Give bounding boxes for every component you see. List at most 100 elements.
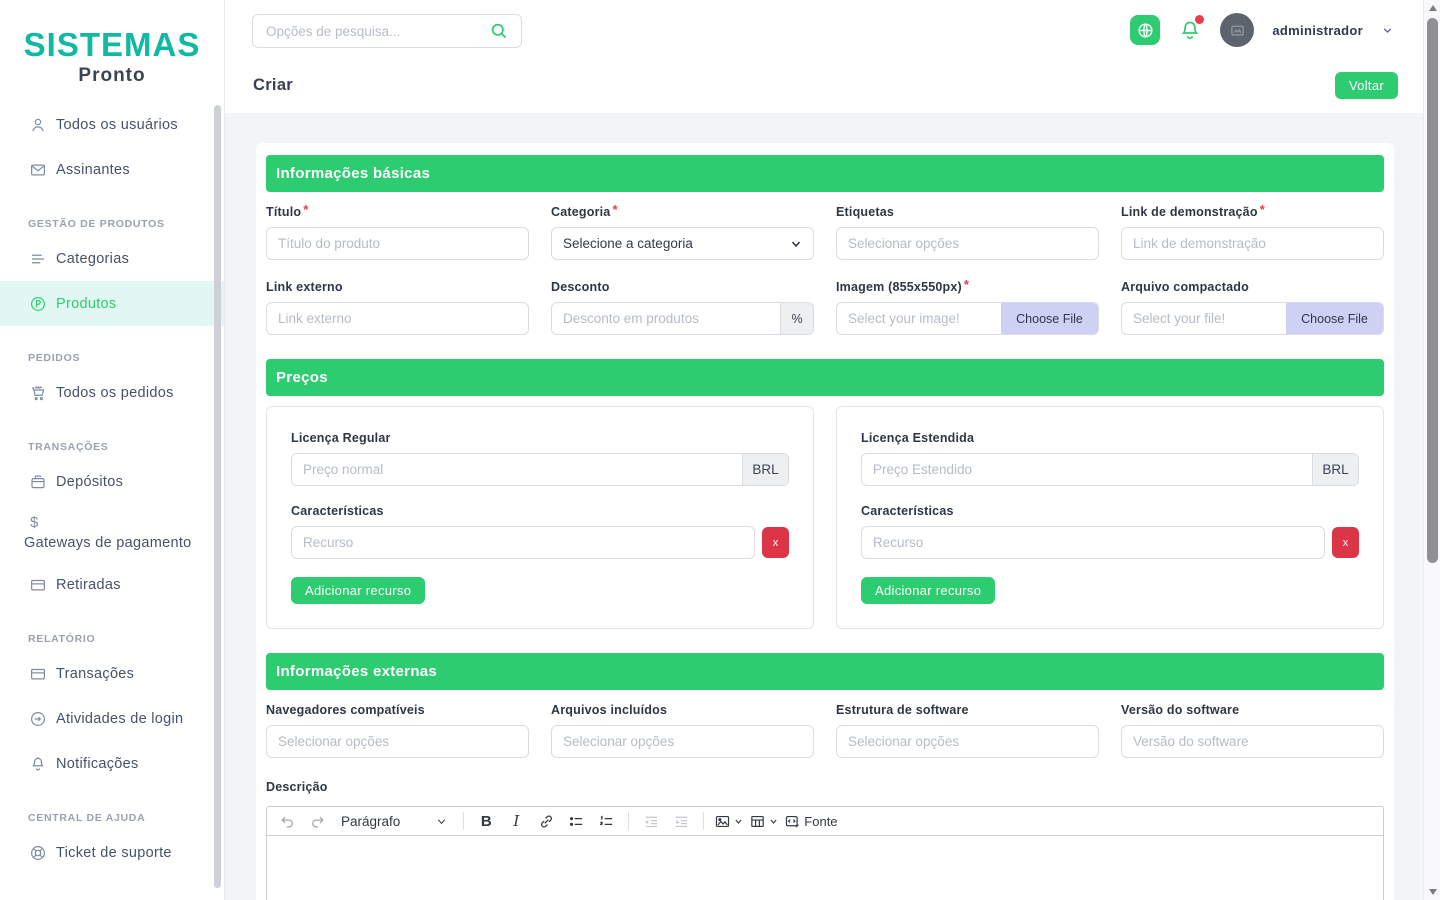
preco-normal-input[interactable]: [292, 454, 742, 485]
search-input[interactable]: [253, 24, 489, 39]
redo-button[interactable]: [305, 809, 329, 833]
field-estrutura-software: Estrutura de software: [836, 703, 1099, 758]
notifications-button[interactable]: [1178, 17, 1202, 43]
bell-icon: [29, 755, 47, 773]
categoria-select[interactable]: Selecione a categoria: [551, 227, 814, 260]
back-button[interactable]: Voltar: [1335, 72, 1398, 99]
undo-button[interactable]: [275, 809, 299, 833]
italic-icon: I: [513, 812, 519, 830]
sidebar-item-todos-os-pedidos[interactable]: Todos os pedidos: [0, 370, 224, 415]
page-scrollbar[interactable]: [1423, 0, 1440, 900]
versao-software-label: Versão do software: [1121, 703, 1239, 717]
recurso-input[interactable]: [291, 526, 755, 559]
sidebar-item-label: Produtos: [56, 296, 116, 312]
currency-suffix: BRL: [742, 454, 788, 485]
add-feature-button[interactable]: Adicionar recurso: [291, 577, 425, 604]
imagem-file-input[interactable]: Select your image! Choose File: [836, 302, 1099, 335]
outdent-icon: [643, 813, 660, 830]
insert-table-button[interactable]: [749, 809, 778, 833]
link-externo-label: Link externo: [266, 280, 343, 294]
indent-button[interactable]: [669, 809, 693, 833]
sidebar-item-produtos[interactable]: Produtos: [0, 281, 224, 326]
sidebar-item-atividades-de-login[interactable]: Atividades de login: [0, 696, 224, 741]
bold-button[interactable]: B: [474, 809, 498, 833]
card-icon: [29, 665, 47, 683]
link-button[interactable]: [534, 809, 558, 833]
chevron-down-icon: [769, 817, 778, 826]
chevron-down-icon: [1381, 24, 1394, 37]
choose-file-button[interactable]: Choose File: [1286, 303, 1383, 334]
sidebar-item-retiradas[interactable]: Retiradas: [0, 562, 224, 607]
field-categoria: Categoria* Selecione a categoria: [551, 205, 814, 260]
preco-estendido-input[interactable]: [862, 454, 1312, 485]
link-demonstracao-input[interactable]: [1121, 227, 1384, 260]
bulleted-list-button[interactable]: [564, 809, 588, 833]
rich-text-editor: Parágrafo B I: [266, 806, 1384, 900]
arquivo-file-input[interactable]: Select your file! Choose File: [1121, 302, 1384, 335]
card-icon: [29, 576, 47, 594]
sidebar-item-todos-os-usuarios[interactable]: Todos os usuários: [0, 102, 224, 147]
sidebar-item-gateways-de-pagamento[interactable]: $ Gateways de pagamento: [0, 504, 224, 562]
link-externo-input[interactable]: [266, 302, 529, 335]
sidebar-item-label: Depósitos: [56, 474, 123, 490]
source-button[interactable]: Fonte: [784, 809, 837, 833]
search-icon[interactable]: [489, 21, 509, 41]
numbered-list-button[interactable]: [594, 809, 618, 833]
choose-file-button[interactable]: Choose File: [1001, 303, 1098, 334]
create-product-form: Informações básicas Título* Categoria* S…: [256, 143, 1394, 900]
sidebar-item-ticket-de-suporte[interactable]: Ticket de suporte: [0, 830, 224, 875]
remove-feature-button[interactable]: x: [1332, 527, 1359, 558]
scroll-up-arrow[interactable]: [1424, 0, 1440, 16]
scroll-down-arrow[interactable]: [1424, 884, 1440, 900]
avatar[interactable]: [1220, 13, 1254, 47]
sidebar-item-label: Ticket de suporte: [56, 845, 172, 861]
add-feature-button[interactable]: Adicionar recurso: [861, 577, 995, 604]
italic-button[interactable]: I: [504, 809, 528, 833]
sidebar-item-transacoes[interactable]: Transações: [0, 651, 224, 696]
insert-image-button[interactable]: [714, 809, 743, 833]
scrollbar-thumb[interactable]: [1427, 18, 1438, 563]
versao-software-input[interactable]: [1121, 725, 1384, 758]
sidebar-item-label: Transações: [56, 666, 134, 682]
etiquetas-input[interactable]: [836, 227, 1099, 260]
licenca-regular-label: Licença Regular: [291, 431, 789, 445]
editor-content[interactable]: [267, 836, 1383, 900]
sidebar-item-assinantes[interactable]: Assinantes: [0, 147, 224, 192]
field-arquivos-incluidos: Arquivos incluídos: [551, 703, 814, 758]
regular-license-card: Licença Regular BRL Características x Ad…: [266, 406, 814, 629]
field-link-demonstracao: Link de demonstração*: [1121, 205, 1384, 260]
sidebar-item-notificacoes[interactable]: Notificações: [0, 741, 224, 786]
arquivos-incluidos-input[interactable]: [551, 725, 814, 758]
estrutura-software-input[interactable]: [836, 725, 1099, 758]
sidebar-item-label: Retiradas: [56, 577, 121, 593]
sidebar-item-label: Todos os usuários: [56, 117, 178, 133]
imagem-label: Imagem (855x550px): [836, 280, 962, 294]
remove-feature-button[interactable]: x: [762, 527, 789, 558]
sidebar-item-label: Categorias: [56, 251, 129, 267]
editor-toolbar: Parágrafo B I: [267, 807, 1383, 836]
language-button[interactable]: [1130, 15, 1160, 45]
caracteristicas-label: Características: [291, 504, 789, 518]
product-icon: [29, 295, 47, 313]
titulo-input[interactable]: [266, 227, 529, 260]
outdent-button[interactable]: [639, 809, 663, 833]
recurso-input[interactable]: [861, 526, 1325, 559]
field-titulo: Título*: [266, 205, 529, 260]
chevron-down-icon: [734, 817, 743, 826]
notification-badge: [1195, 15, 1204, 24]
sidebar-heading-gestao-de-produtos: GESTÃO DE PRODUTOS: [0, 192, 224, 236]
sidebar-heading-relatorio: RELATÓRIO: [0, 607, 224, 651]
sidebar-scrollbar[interactable]: [214, 105, 221, 888]
paragraph-dropdown[interactable]: Parágrafo: [335, 814, 453, 829]
page-title: Criar: [253, 76, 293, 95]
field-etiquetas: Etiquetas: [836, 205, 1099, 260]
sidebar-item-categorias[interactable]: Categorias: [0, 236, 224, 281]
mail-icon: [29, 161, 47, 179]
percent-suffix: %: [780, 303, 813, 334]
sidebar-item-depositos[interactable]: Depósitos: [0, 459, 224, 504]
sidebar-item-label: Notificações: [56, 756, 139, 772]
user-menu[interactable]: administrador: [1272, 23, 1363, 38]
field-arquivo-compactado: Arquivo compactado Select your file! Cho…: [1121, 280, 1384, 335]
desconto-input[interactable]: [552, 303, 780, 334]
navegadores-input[interactable]: [266, 725, 529, 758]
